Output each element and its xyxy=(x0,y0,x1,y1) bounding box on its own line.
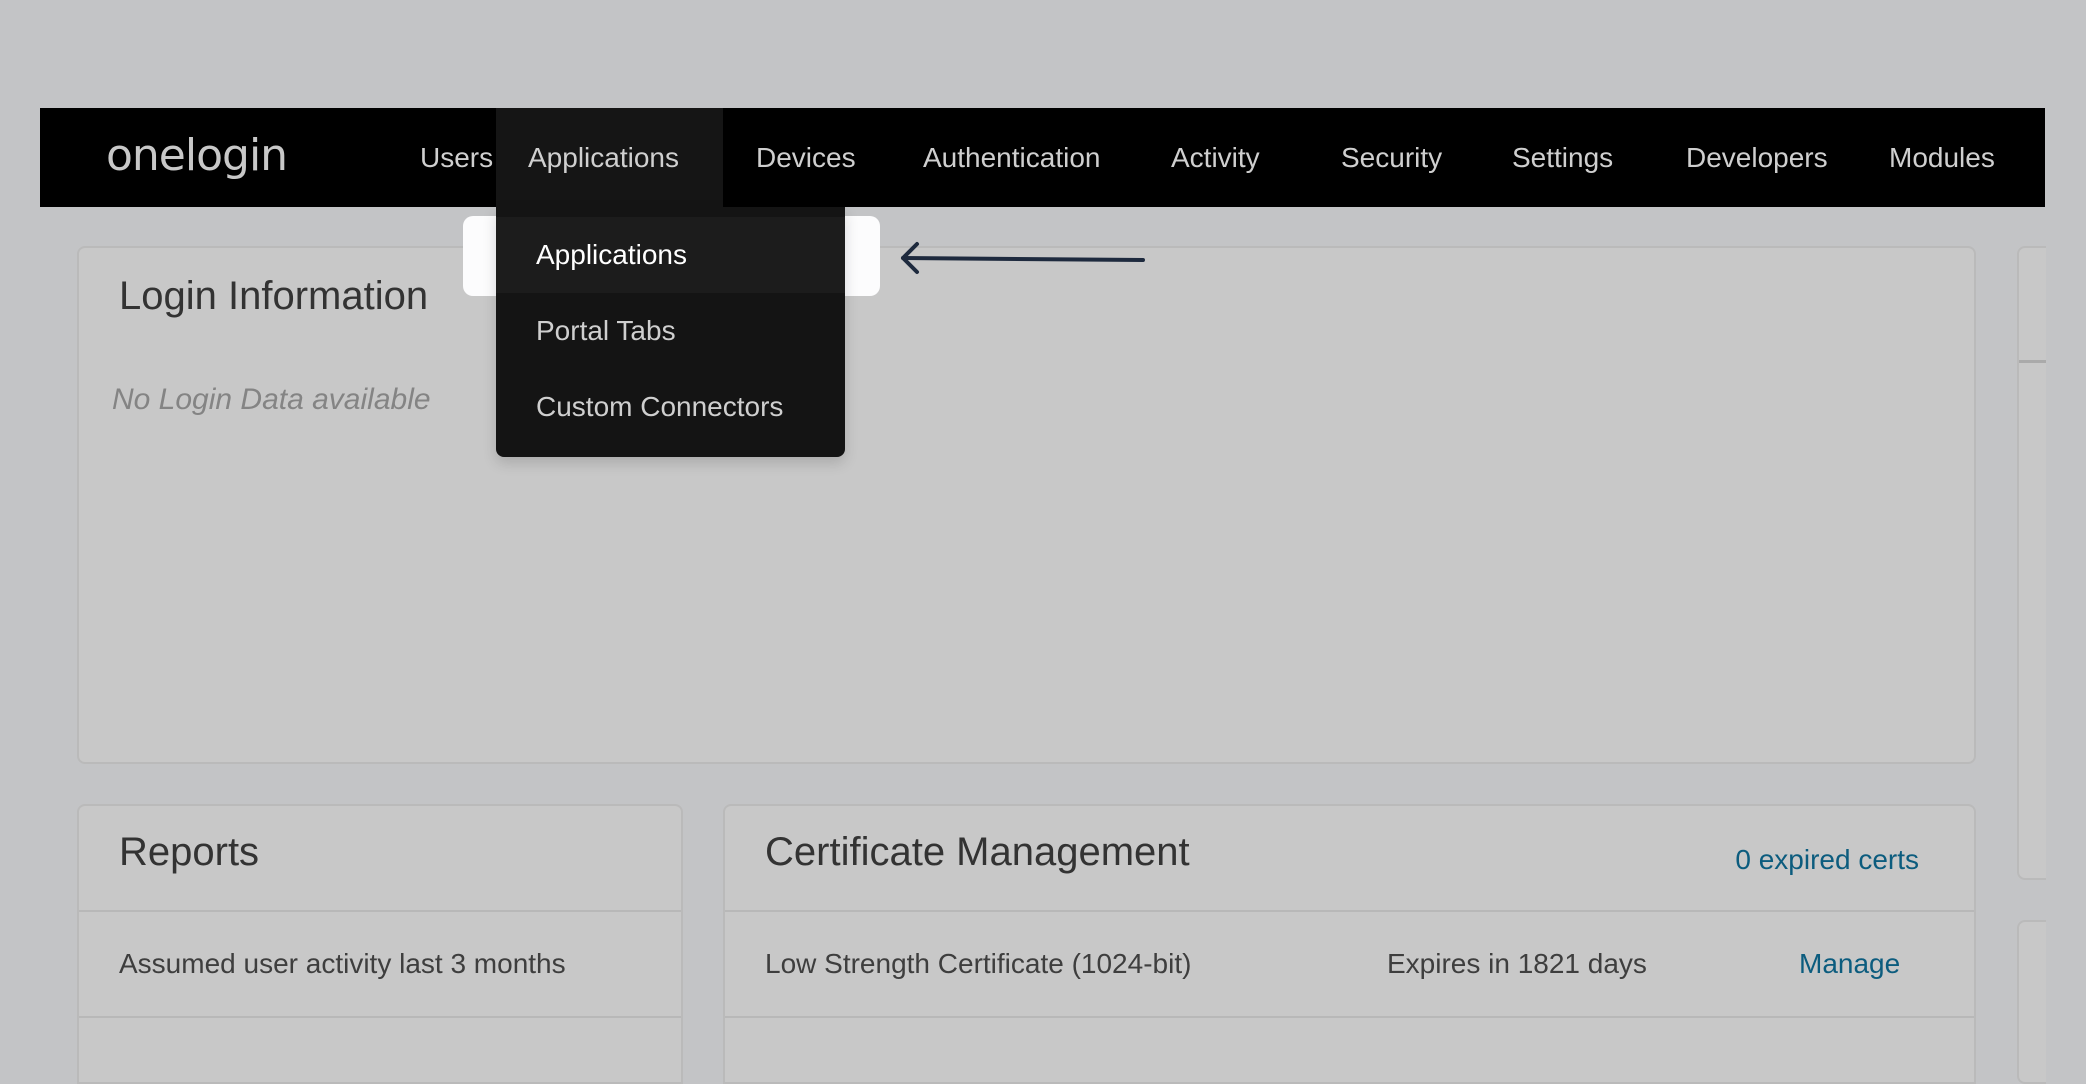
nav-item-applications[interactable]: Applications xyxy=(496,108,723,207)
nav-item-security[interactable]: Security xyxy=(1309,108,1474,207)
dropdown-item-portal-tabs[interactable]: Portal Tabs xyxy=(496,293,845,369)
nav-item-modules[interactable]: Modules xyxy=(1857,108,2027,207)
certificates-divider xyxy=(725,910,1974,912)
manage-certificate-link[interactable]: Manage xyxy=(1799,948,1900,980)
login-information-card: Login Information No Login Data availabl… xyxy=(77,246,1976,764)
certificate-expiry: Expires in 1821 days xyxy=(1387,948,1647,980)
nav-item-settings[interactable]: Settings xyxy=(1480,108,1645,207)
expired-certs-link[interactable]: 0 expired certs xyxy=(1735,844,1919,876)
certificate-name: Low Strength Certificate (1024-bit) xyxy=(765,948,1191,980)
login-information-title: Login Information xyxy=(119,274,428,319)
report-row-assumed-user-activity[interactable]: Assumed user activity last 3 months xyxy=(119,948,566,980)
nav-item-activity[interactable]: Activity xyxy=(1139,108,1292,207)
reports-row-divider xyxy=(79,1016,681,1018)
nav-item-authentication[interactable]: Authentication xyxy=(891,108,1132,207)
certificate-management-title: Certificate Management xyxy=(765,830,1190,875)
dropdown-item-applications[interactable]: Applications xyxy=(496,217,845,293)
dropdown-item-custom-connectors[interactable]: Custom Connectors xyxy=(496,369,845,445)
onelogin-logo[interactable]: onelogin xyxy=(106,130,287,181)
certificates-row-divider xyxy=(725,1016,1974,1018)
right-side-card-divider xyxy=(2019,360,2046,363)
nav-item-devices[interactable]: Devices xyxy=(724,108,888,207)
annotation-arrow-icon xyxy=(895,238,1155,278)
no-login-data-message: No Login Data available xyxy=(112,383,431,417)
nav-item-developers[interactable]: Developers xyxy=(1654,108,1860,207)
certificate-management-card: Certificate Management 0 expired certs L… xyxy=(723,804,1976,1084)
reports-title: Reports xyxy=(119,830,259,875)
top-navbar: onelogin Users Applications Devices Auth… xyxy=(40,108,2045,207)
reports-divider xyxy=(79,910,681,912)
right-side-card xyxy=(2017,246,2046,880)
reports-card: Reports Assumed user activity last 3 mon… xyxy=(77,804,683,1084)
applications-dropdown-menu: Applications Portal Tabs Custom Connecto… xyxy=(496,207,845,457)
right-side-card-lower xyxy=(2017,920,2046,1084)
